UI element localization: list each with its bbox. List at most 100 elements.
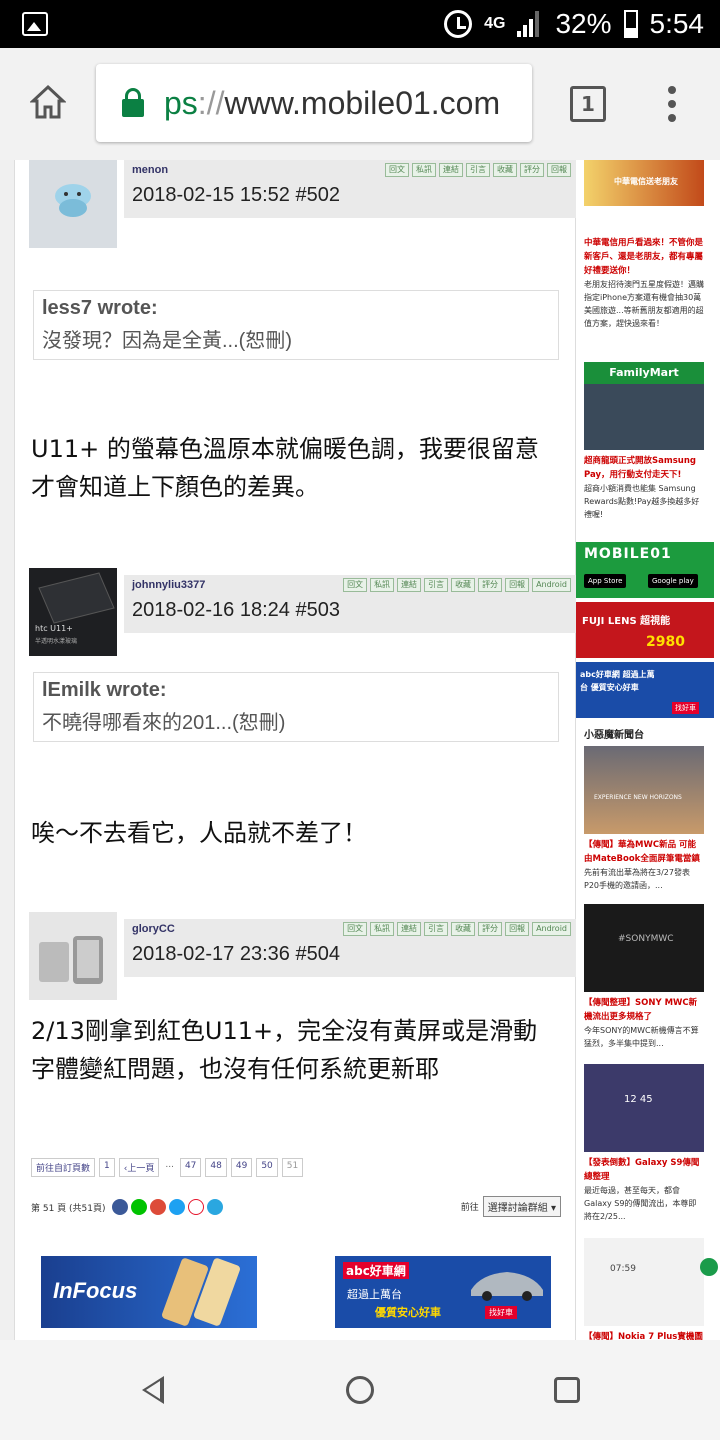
bookmark-button[interactable]: 收藏 (451, 922, 476, 936)
abc-car-sidebar-banner[interactable]: abc好車網 超過上萬台 優質安心好車 找好車 (576, 662, 714, 718)
ad-cta: 找好車 (485, 1306, 517, 1319)
post-body: U11+ 的螢幕色溫原本就偏暖色調，我要很留意才會知道上下顏色的差異。 (31, 435, 539, 501)
recents-icon[interactable] (554, 1377, 580, 1403)
url-separator: :// (197, 84, 225, 121)
news-desc: 最近每過，甚至每天，都會Galaxy S9的傳聞流出，本尊即將在2/25... (584, 1186, 697, 1221)
rate-button[interactable]: 評分 (520, 163, 544, 177)
report-button[interactable]: 回報 (547, 163, 571, 177)
prev-page-button[interactable]: ‹上一頁 (118, 1158, 160, 1177)
browser-toolbar: ps://www.mobile01.com 1 (0, 48, 720, 160)
home-button-icon[interactable] (346, 1376, 374, 1404)
google-plus-icon[interactable] (149, 1199, 166, 1215)
page-footer: 第 51 頁 (共51頁) 前往 選擇討論群組 ▾ (31, 1196, 561, 1218)
post-actions: 回文 私訊 連結 引言 收藏 評分 回報 (385, 163, 571, 177)
report-button[interactable]: 回報 (505, 922, 530, 936)
forum-select[interactable]: 選擇討論群組 ▾ (482, 1196, 561, 1217)
news-title: 【傳聞】Nokia 7 Plus實機圖片 (584, 1332, 703, 1340)
promo-desc: 老朋友招待澳門五星度假遊！邁購指定iPhone方案還有機會抽30萬美國旅遊...… (584, 280, 704, 328)
line-icon[interactable] (130, 1199, 147, 1215)
address-bar[interactable]: ps://www.mobile01.com (96, 64, 532, 142)
facebook-icon[interactable] (111, 1199, 128, 1215)
home-icon[interactable] (30, 84, 66, 120)
message-button[interactable]: 私訊 (370, 578, 395, 592)
page-first[interactable]: 1 (99, 1158, 115, 1177)
ad-brand: abc好車網 (343, 1262, 409, 1279)
post-meta: menon 回文 私訊 連結 引言 收藏 評分 回報 2018-02-15 15… (124, 160, 577, 218)
bookmark-button[interactable]: 收藏 (493, 163, 517, 177)
android-badge[interactable]: Android (532, 578, 571, 592)
android-badge[interactable]: Android (532, 922, 571, 936)
mobile01-app-banner[interactable]: MOBILE01 App Store Google play (576, 542, 714, 598)
back-icon[interactable] (142, 1376, 164, 1404)
avatar-caption: htc U11+ (35, 624, 73, 633)
news-image: 07:59 (584, 1238, 704, 1326)
fuji-lens-banner[interactable]: FUJI LENS 超視能 2980 (576, 602, 714, 658)
post-meta: johnnyliu3377 回文 私訊 連結 引言 收藏 評分 回報 Andro… (124, 575, 577, 633)
pagination: 前往自訂頁數 1 ‹上一頁 ... 47 48 49 50 51 (31, 1158, 304, 1177)
page-link[interactable]: 50 (256, 1158, 278, 1177)
quote-text: 不曉得哪看來的201...(恕刪) (42, 712, 286, 734)
weibo-icon[interactable] (187, 1199, 204, 1215)
message-button[interactable]: 私訊 (412, 163, 436, 177)
tab-switcher-button[interactable]: 1 (570, 86, 606, 122)
sidebar-promo[interactable]: 中華電信送老朋友 中華電信用戶看過來！不管你是新客戶、還是老朋友，都有專屬好禮要… (584, 160, 704, 330)
news-item[interactable]: 12 45 【發表倒數】Galaxy S9傳聞總整理 最近每過，甚至每天，都會G… (584, 1064, 704, 1223)
quote-text: 沒發現？因為是全黃...(恕刪) (42, 330, 292, 352)
google-play-badge[interactable]: Google play (648, 574, 698, 588)
news-desc: 先前有流出華為將在3/27發表P20手機的邀請函，... (584, 868, 690, 890)
avatar[interactable]: htc U11+ 半透明水漾玻璃 (29, 568, 117, 656)
page-link[interactable]: 48 (205, 1158, 227, 1177)
link-button[interactable]: 連結 (397, 578, 422, 592)
goto-label: 前往 (460, 1203, 479, 1213)
twitter-icon[interactable] (168, 1199, 185, 1215)
post-username[interactable]: menon (132, 164, 168, 176)
battery-percent: 32% (555, 8, 612, 39)
sidebar: 中華電信送老朋友 中華電信用戶看過來！不管你是新客戶、還是老朋友，都有專屬好禮要… (576, 160, 720, 1340)
link-button[interactable]: 連結 (397, 922, 422, 936)
rate-button[interactable]: 評分 (478, 922, 503, 936)
bookmark-button[interactable]: 收藏 (451, 578, 476, 592)
app-store-badge[interactable]: App Store (584, 574, 627, 588)
news-title: 【傳聞】華為MWC新品 可能由MateBook全面屏筆電當鎮 (584, 840, 700, 864)
abc-car-ad[interactable]: abc好車網 超過上萬台 優質安心好車 找好車 (335, 1256, 551, 1328)
news-image: #SONYMWC (584, 904, 704, 992)
android-nav-bar (0, 1340, 720, 1440)
link-button[interactable]: 連結 (439, 163, 463, 177)
avatar[interactable] (29, 160, 117, 248)
rate-button[interactable]: 評分 (478, 578, 503, 592)
quote-button[interactable]: 引言 (424, 922, 449, 936)
lock-icon (122, 88, 144, 117)
avatar[interactable] (29, 912, 117, 1000)
scroll-top-button[interactable] (700, 1258, 718, 1276)
page-ellipsis: ... (165, 1160, 174, 1170)
plurk-icon[interactable] (206, 1199, 223, 1215)
reply-button[interactable]: 回文 (343, 922, 368, 936)
message-button[interactable]: 私訊 (370, 922, 395, 936)
news-title: 【傳聞整理】SONY MWC新機流出更多規格了 (584, 998, 698, 1022)
post-username[interactable]: johnnyliu3377 (132, 579, 205, 591)
reply-button[interactable]: 回文 (385, 163, 409, 177)
post-username[interactable]: gloryCC (132, 923, 175, 935)
news-title: 【發表倒數】Galaxy S9傳聞總整理 (584, 1158, 700, 1182)
battery-icon (623, 10, 638, 38)
report-button[interactable]: 回報 (505, 578, 530, 592)
post-actions: 回文 私訊 連結 引言 收藏 評分 回報 Android (343, 922, 571, 936)
news-item[interactable]: 07:59 【傳聞】Nokia 7 Plus實機圖片 (584, 1238, 704, 1340)
news-item[interactable]: #SONYMWC 【傳聞整理】SONY MWC新機流出更多規格了 今年SONY的… (584, 904, 704, 1050)
news-item[interactable]: EXPERIENCE NEW HORIZONS 【傳聞】華為MWC新品 可能由M… (584, 746, 704, 892)
gallery-notification-icon (22, 12, 48, 36)
thread-column: menon 回文 私訊 連結 引言 收藏 評分 回報 2018-02-15 15… (14, 160, 577, 1340)
overflow-menu-icon[interactable] (668, 86, 678, 124)
reply-button[interactable]: 回文 (343, 578, 368, 592)
promo-image: 中華電信送老朋友 (584, 160, 704, 206)
post-datetime: 2018-02-17 23:36 #504 (132, 943, 340, 965)
custom-page-button[interactable]: 前往自訂頁數 (31, 1158, 96, 1177)
quote-button[interactable]: 引言 (466, 163, 490, 177)
quote-button[interactable]: 引言 (424, 578, 449, 592)
alarm-icon (444, 10, 473, 38)
page-link[interactable]: 49 (230, 1158, 253, 1177)
page-link[interactable]: 47 (179, 1158, 202, 1177)
news-image: EXPERIENCE NEW HORIZONS (584, 746, 704, 834)
sidebar-promo[interactable]: FamilyMart 超商龍頭正式開放Samsung Pay，用行動支付走天下!… (584, 362, 704, 521)
infocus-ad[interactable]: InFocus (41, 1256, 257, 1328)
